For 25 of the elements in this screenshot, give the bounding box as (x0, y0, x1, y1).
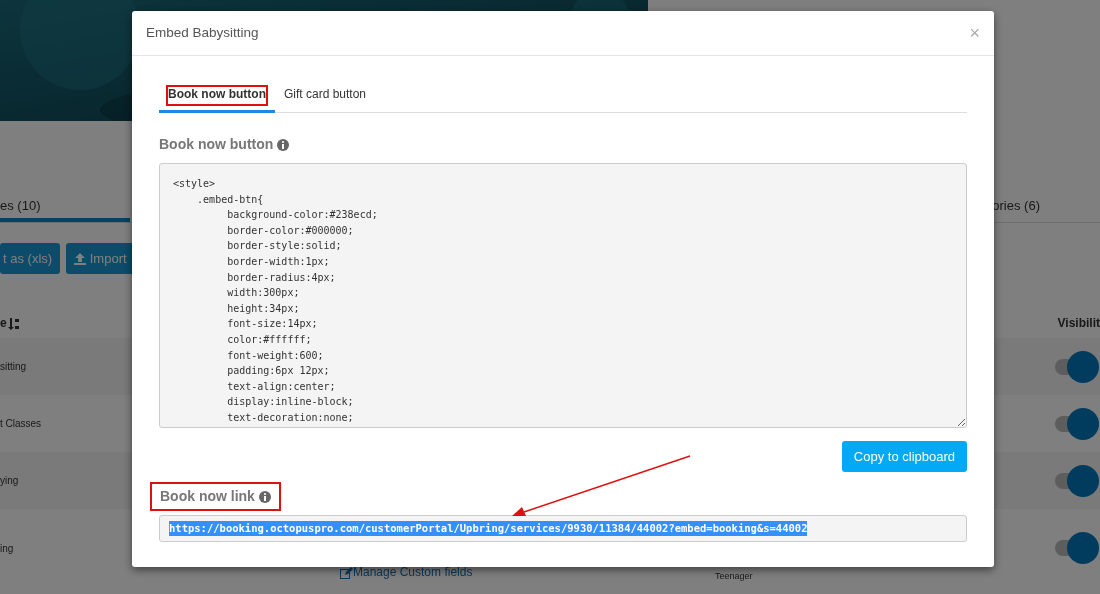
table-cell: sitting (0, 361, 27, 372)
toolbar-button[interactable]: Import (66, 243, 135, 274)
dialog-title: Embed Babysitting (146, 23, 259, 42)
column-header[interactable]: e (0, 314, 20, 338)
table-cell: Teenager (715, 570, 753, 581)
close-button[interactable]: × (969, 24, 980, 42)
dialog-tab[interactable]: Gift card button (275, 78, 376, 113)
toolbar-button[interactable]: t as (xls) (0, 243, 61, 274)
edit-icon (340, 566, 353, 579)
table-cell: ing (0, 542, 14, 554)
section-heading: Book now link (160, 487, 255, 506)
copy-button[interactable]: Copy to clipboard (841, 441, 967, 472)
table-cell: ying (0, 475, 19, 486)
code-field[interactable]: <style> .embed-btn{ background-color:#238ecd; border-color:#000000; border-style:solid; border-width:1px; border-radius:4px; width:300px; height:34px; font-size:14px; color:#ffffff; font-weight:600; padding:6px 12px; text-align:center; display:inline-block; text-decoration:none; (159, 163, 967, 428)
visibility-toggle[interactable] (1055, 407, 1099, 440)
dialog-tab[interactable]: Book now button (159, 78, 275, 113)
section-heading: Book now button (159, 135, 274, 154)
link-field[interactable]: https://booking.octopuspro.com/customerPortal/Upbring/services/9930/11384/44002?embed=booking&s=44002 (159, 515, 967, 542)
column-header: Visibilit (1057, 315, 1100, 332)
visibility-toggle[interactable] (1055, 532, 1099, 564)
manage-fields-link[interactable]: Manage Custom fields (340, 565, 473, 579)
visibility-toggle[interactable] (1055, 464, 1099, 497)
upload-icon (74, 253, 87, 266)
visibility-toggle[interactable] (1055, 350, 1099, 383)
table-cell: t Classes (0, 418, 42, 429)
